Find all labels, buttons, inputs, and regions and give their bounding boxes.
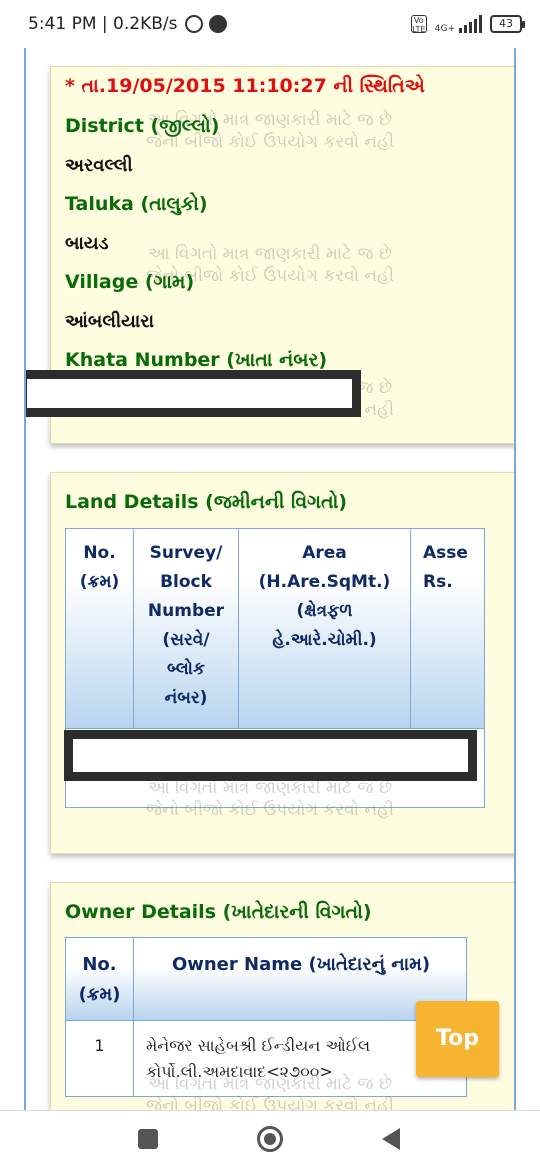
village-value: આંબલીયારા <box>65 311 154 332</box>
column-header-assessment: Asse Rs. <box>411 529 484 729</box>
taluka-label: Taluka (તાલુકો) <box>65 193 208 215</box>
header-line: Number <box>147 601 225 621</box>
whatsapp-icon <box>185 15 204 33</box>
redaction-bar <box>64 730 477 781</box>
header-line: Asse <box>423 543 468 563</box>
header-line: Rs. <box>423 572 453 592</box>
district-value: અરવલ્લી <box>65 155 133 176</box>
status-bar: 5:41 PM | 0.2KB/s Vo LTE 4G+ 43 <box>0 0 540 48</box>
column-header-area: Area (H.Are.SqMt.) (ક્ષેત્રફળ હે.આરે.ચોમ… <box>239 529 411 729</box>
network-type: 4G+ <box>434 24 455 34</box>
owner-details-table: No. (ક્રમ) Owner Name (ખાતેદારનું નામ) 1… <box>65 937 467 1097</box>
scroll-top-button[interactable]: Top <box>416 1001 499 1077</box>
watermark-line: જેનો બીજો કોઈ ઉપયોગ કરવો નહી <box>146 1096 394 1110</box>
taluka-value: બાયડ <box>65 233 109 254</box>
column-header-no: No. (ક્રમ) <box>66 529 134 729</box>
header-line: નંબર) <box>164 688 208 708</box>
header-line: (ક્રમ) <box>78 984 121 1005</box>
status-right: Vo LTE 4G+ 43 <box>410 14 525 34</box>
recents-icon[interactable] <box>138 1129 158 1149</box>
redaction-bar <box>26 370 361 417</box>
status-time: 5:41 PM | 0.2KB/s <box>28 14 178 34</box>
header-line: (H.Are.SqMt.) <box>258 572 391 592</box>
land-details-card: Land Details (જમીનની વિગતો) No. (ક્રમ) S… <box>50 472 514 854</box>
battery-icon: 43 <box>490 15 525 33</box>
column-header-no: No. (ક્રમ) <box>66 938 134 1021</box>
table-header: No. (ક્રમ) Owner Name (ખાતેદારનું નામ) <box>66 938 466 1021</box>
page-content[interactable]: આ વિગતો માત્ર જાણકારી માટે જ છે જેનો બીજ… <box>24 30 516 1110</box>
header-line: No. <box>83 543 116 563</box>
header-line: Area <box>302 543 347 563</box>
header-line: (સરવે/ <box>162 630 210 650</box>
navigation-bar <box>0 1110 540 1170</box>
notification-icons <box>185 15 228 33</box>
home-icon[interactable] <box>257 1126 283 1152</box>
chat-icon <box>209 15 228 33</box>
column-header-survey: Survey/ Block Number (સરવે/ બ્લોક નંબર) <box>134 529 239 729</box>
village-label: Village (ગામ) <box>65 271 195 293</box>
header-line: (ક્ષેત્રફળ <box>296 601 353 621</box>
volte-icon: Vo LTE <box>410 15 427 34</box>
watermark-line: આ વિગતો માત્ર જાણકારી માટે જ છે <box>148 244 392 264</box>
back-icon[interactable] <box>382 1128 400 1150</box>
header-line: Block <box>160 572 212 592</box>
header-line: Owner Name (ખાતેદારનું નામ) <box>171 954 431 975</box>
land-details-title: Land Details (જમીનની વિગતો) <box>65 491 348 513</box>
district-label: District (જીલ્લો) <box>65 115 220 137</box>
signal-icon <box>459 15 482 33</box>
header-line: (ક્રમ) <box>79 572 120 592</box>
header-line: Survey/ <box>149 543 223 563</box>
khata-number-label: Khata Number (ખાતા નંબર) <box>65 349 328 371</box>
status-date: * તા.19/05/2015 11:10:27 ની સ્થિતિએ <box>65 75 425 97</box>
table-header: No. (ક્રમ) Survey/ Block Number (સરવે/ બ… <box>66 529 484 729</box>
header-line: No. <box>82 954 117 975</box>
header-line: હે.આરે.ચોમી.) <box>272 630 377 650</box>
header-line: બ્લોક <box>167 659 205 679</box>
owner-details-title: Owner Details (ખાતેદારની વિગતો) <box>65 901 372 923</box>
table-cell-no: 1 <box>66 1021 134 1096</box>
